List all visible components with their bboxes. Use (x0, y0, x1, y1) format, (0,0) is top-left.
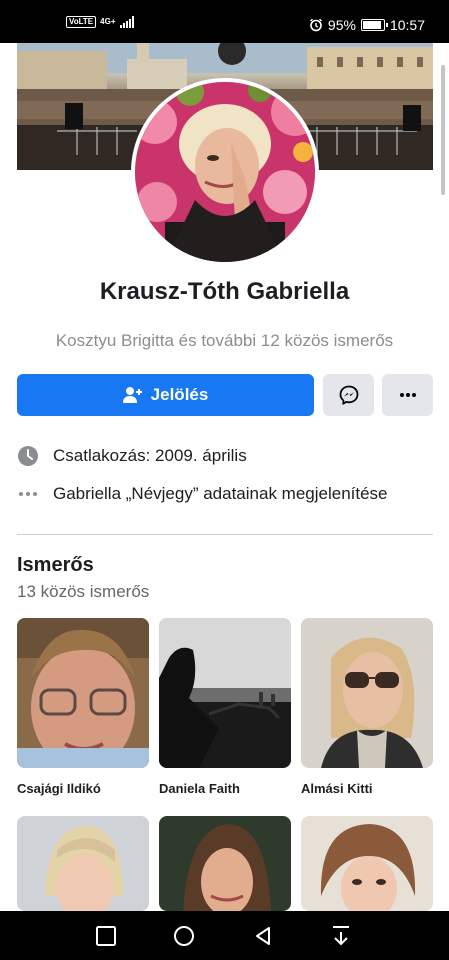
friend-photo[interactable] (17, 816, 149, 911)
friend-photo[interactable] (17, 618, 149, 768)
friend-name[interactable]: Daniela Faith (159, 781, 291, 796)
notification-pull-icon[interactable] (330, 924, 352, 948)
status-right: 95% 10:57 (309, 17, 425, 33)
more-options-button[interactable] (382, 374, 433, 416)
friend-card[interactable]: Almási Kitti (301, 618, 433, 796)
signal-icon (119, 16, 134, 28)
home-icon[interactable] (173, 925, 195, 947)
joined-row: Csatlakozás: 2009. április (17, 445, 247, 467)
avatar[interactable] (135, 82, 315, 262)
add-friend-icon (122, 387, 142, 403)
add-friend-button[interactable]: Jelölés (17, 374, 314, 416)
clock-icon (17, 445, 39, 467)
messenger-button[interactable] (323, 374, 374, 416)
system-nav-bar (0, 911, 449, 960)
volte-icon: VoLTE (66, 16, 97, 28)
joined-text: Csatlakozás: 2009. április (53, 446, 247, 465)
divider (17, 534, 433, 535)
about-row[interactable]: Gabriella „Névjegy” adatainak megjelenít… (17, 483, 388, 505)
friend-card[interactable] (301, 816, 433, 924)
about-link[interactable]: Gabriella „Névjegy” adatainak megjelenít… (53, 484, 388, 504)
more-dots-icon (399, 393, 416, 397)
friend-photo[interactable] (159, 816, 291, 911)
friend-name[interactable]: Almási Kitti (301, 781, 433, 796)
status-left: VoLTE 4G+ (66, 16, 134, 28)
add-friend-label: Jelölés (150, 385, 209, 404)
profile-name: Krausz-Tóth Gabriella (99, 278, 350, 305)
recent-apps-icon[interactable] (95, 925, 117, 947)
more-dots-icon (17, 483, 39, 505)
scrollbar[interactable] (441, 65, 445, 195)
friends-title[interactable]: Ismerős (17, 554, 94, 577)
friend-photo[interactable] (301, 618, 433, 768)
friend-card[interactable]: Daniela Faith (159, 618, 291, 796)
messenger-icon (339, 385, 358, 405)
friend-photo[interactable] (159, 618, 291, 768)
friend-card[interactable] (17, 816, 149, 924)
alarm-icon (309, 18, 322, 32)
friend-card[interactable] (159, 816, 291, 924)
friend-card[interactable]: Csajági Ildikó (17, 618, 149, 796)
status-bar: VoLTE 4G+ 95% 10:57 (0, 0, 449, 43)
clock: 10:57 (389, 17, 425, 33)
back-icon[interactable] (252, 925, 274, 947)
friends-subtitle: 13 közös ismerős (17, 582, 150, 601)
friend-name[interactable]: Csajági Ildikó (17, 781, 149, 796)
mutual-friends-summary[interactable]: Kosztyu Brigitta és további 12 közös ism… (0, 331, 449, 351)
network-type: 4G+ (100, 17, 116, 26)
battery-percent: 95% (327, 17, 356, 33)
battery-icon (360, 19, 388, 31)
friend-photo[interactable] (301, 816, 433, 911)
